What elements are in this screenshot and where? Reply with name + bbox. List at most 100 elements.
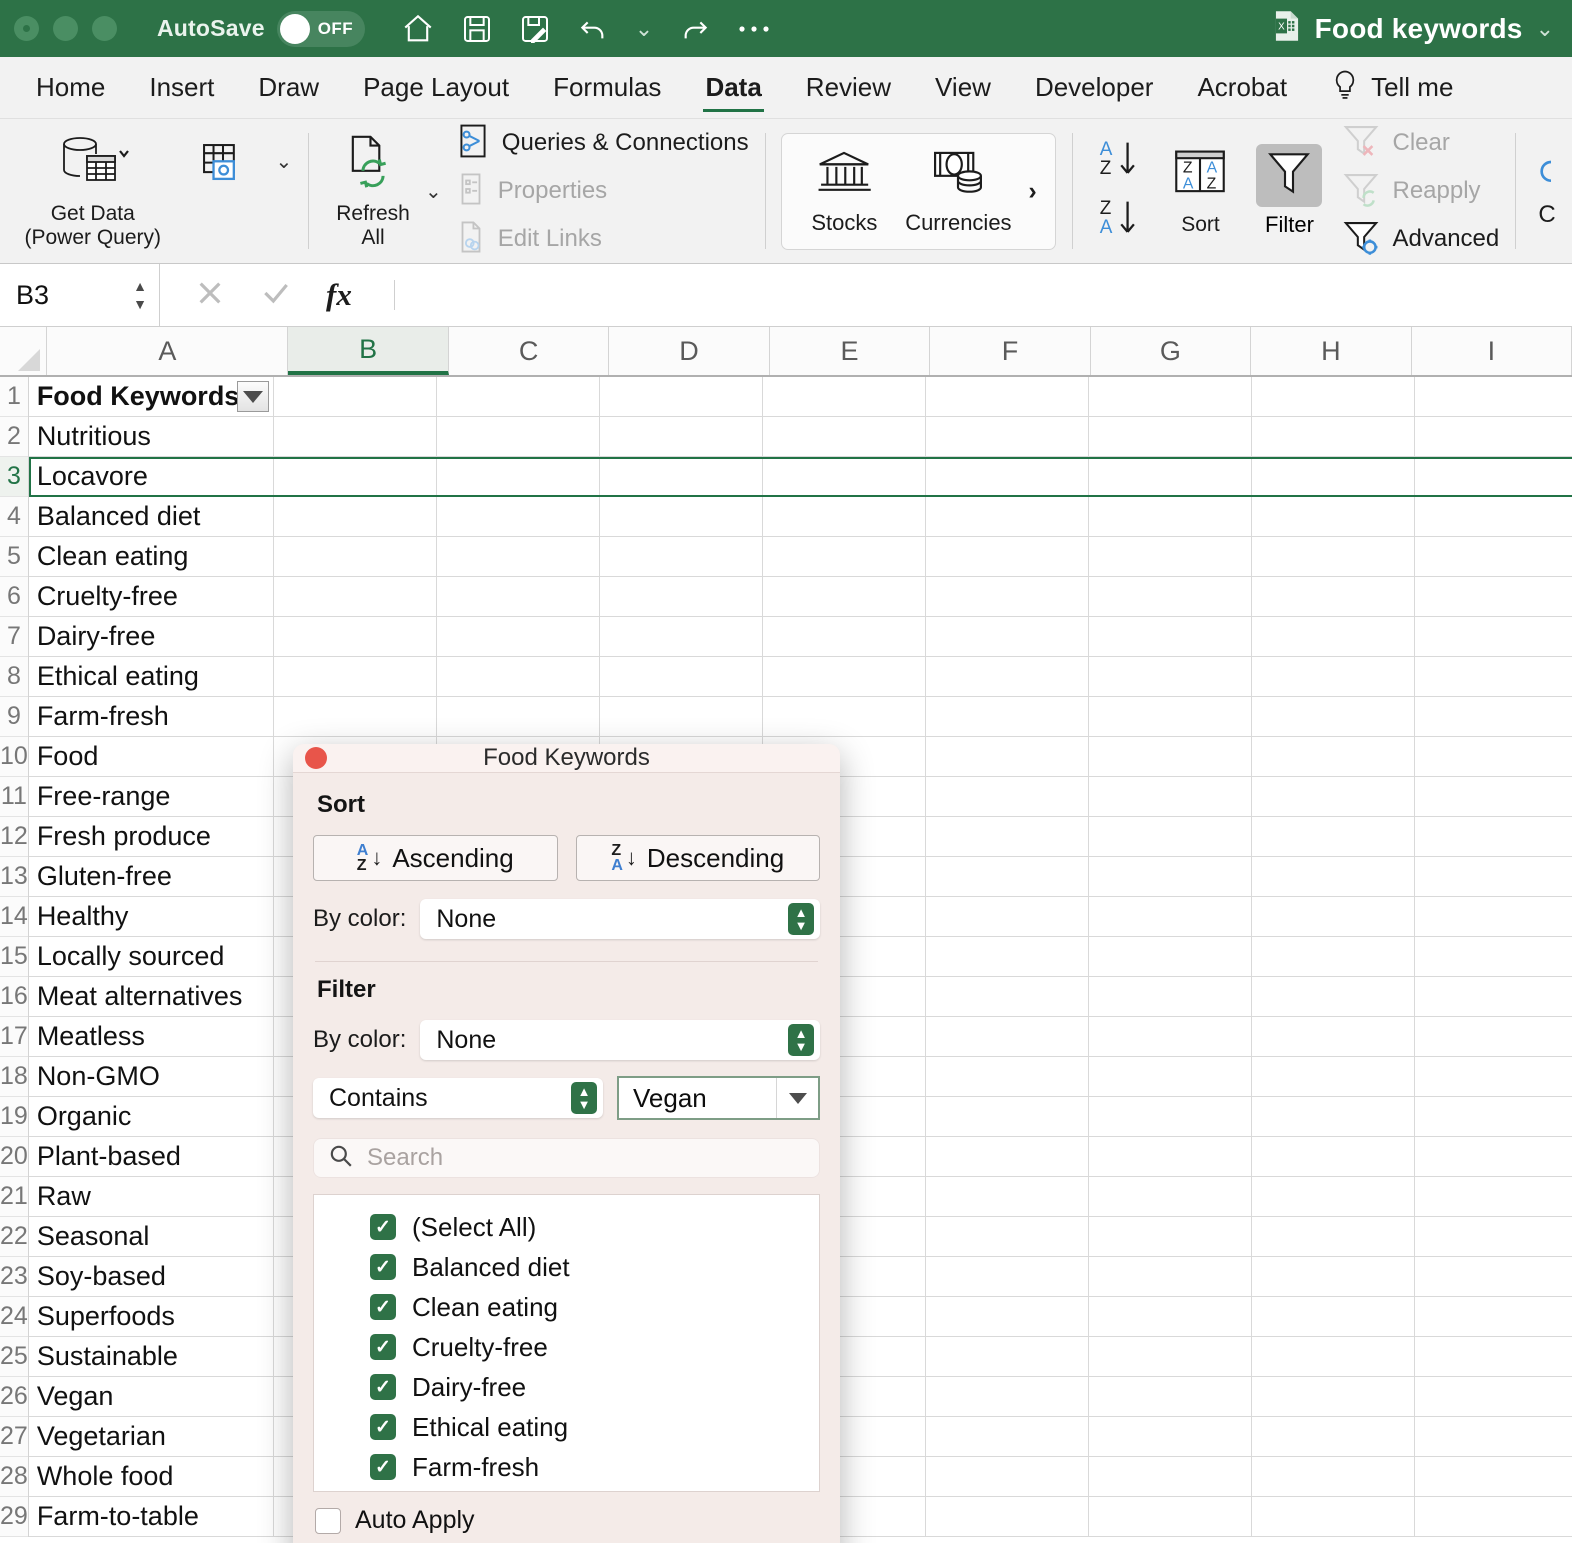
cell-H1[interactable] bbox=[1252, 377, 1415, 416]
row-header[interactable]: 12 bbox=[0, 817, 28, 857]
cell-G7[interactable] bbox=[1089, 617, 1252, 656]
cell-I2[interactable] bbox=[1415, 417, 1572, 456]
cell-F26[interactable] bbox=[926, 1377, 1089, 1416]
cell-H11[interactable] bbox=[1252, 777, 1415, 816]
cell-I11[interactable] bbox=[1415, 777, 1572, 816]
tab-draw[interactable]: Draw bbox=[236, 57, 341, 119]
cell-G11[interactable] bbox=[1089, 777, 1252, 816]
cell-a4[interactable]: Balanced diet bbox=[29, 497, 274, 536]
list-item[interactable]: ✓ Dairy-free bbox=[370, 1367, 819, 1407]
cell-H3[interactable] bbox=[1252, 457, 1415, 496]
cell-D3[interactable] bbox=[600, 457, 763, 496]
cell-G22[interactable] bbox=[1089, 1217, 1252, 1256]
cell-a25[interactable]: Sustainable bbox=[29, 1337, 274, 1376]
cell-a11[interactable]: Free-range bbox=[29, 777, 274, 816]
cell-B8[interactable] bbox=[274, 657, 437, 696]
cell-F7[interactable] bbox=[926, 617, 1089, 656]
cell-H18[interactable] bbox=[1252, 1057, 1415, 1096]
filter-value-list[interactable]: ✓ (Select All) ✓ Balanced diet ✓ Clean eating… bbox=[313, 1194, 820, 1492]
undo-dropdown-icon[interactable]: ⌄ bbox=[635, 16, 653, 42]
filter-dropdown-icon[interactable] bbox=[236, 381, 269, 412]
cell-F28[interactable] bbox=[926, 1457, 1089, 1496]
cell-G19[interactable] bbox=[1089, 1097, 1252, 1136]
minimize-window-button[interactable] bbox=[53, 16, 78, 41]
refresh-all-dropdown-icon[interactable]: ⌄ bbox=[425, 179, 442, 204]
list-item[interactable]: ✓ Balanced diet bbox=[370, 1247, 819, 1287]
cell-C7[interactable] bbox=[437, 617, 600, 656]
cell-F3[interactable] bbox=[926, 457, 1089, 496]
cell-I19[interactable] bbox=[1415, 1097, 1572, 1136]
cell-G29[interactable] bbox=[1089, 1497, 1252, 1536]
list-item[interactable]: ✓ Farm-fresh bbox=[370, 1447, 819, 1487]
cell-F12[interactable] bbox=[926, 817, 1089, 856]
cell-I21[interactable] bbox=[1415, 1177, 1572, 1216]
cell-G27[interactable] bbox=[1089, 1417, 1252, 1456]
cell-H2[interactable] bbox=[1252, 417, 1415, 456]
cell-F24[interactable] bbox=[926, 1297, 1089, 1336]
cell-a12[interactable]: Fresh produce bbox=[29, 817, 274, 856]
cell-D6[interactable] bbox=[600, 577, 763, 616]
cell-D2[interactable] bbox=[600, 417, 763, 456]
cell-G24[interactable] bbox=[1089, 1297, 1252, 1336]
row-header[interactable]: 25 bbox=[0, 1337, 28, 1377]
cell-I26[interactable] bbox=[1415, 1377, 1572, 1416]
cell-E6[interactable] bbox=[763, 577, 926, 616]
cell-a5[interactable]: Clean eating bbox=[29, 537, 274, 576]
cell-I22[interactable] bbox=[1415, 1217, 1572, 1256]
cell-H4[interactable] bbox=[1252, 497, 1415, 536]
cell-F6[interactable] bbox=[926, 577, 1089, 616]
column-header-a[interactable]: A bbox=[47, 327, 289, 375]
row-header[interactable]: 17 bbox=[0, 1017, 28, 1057]
cell-D4[interactable] bbox=[600, 497, 763, 536]
tab-developer[interactable]: Developer bbox=[1013, 57, 1176, 119]
cell-H14[interactable] bbox=[1252, 897, 1415, 936]
cell-G4[interactable] bbox=[1089, 497, 1252, 536]
row-header[interactable]: 29 bbox=[0, 1497, 28, 1537]
cell-F8[interactable] bbox=[926, 657, 1089, 696]
cell-H25[interactable] bbox=[1252, 1337, 1415, 1376]
cell-F9[interactable] bbox=[926, 697, 1089, 736]
name-box-stepper-icon[interactable]: ▲ ▼ bbox=[133, 279, 147, 311]
row-header[interactable]: 20 bbox=[0, 1137, 28, 1177]
filter-criteria-dropdown-icon[interactable] bbox=[776, 1078, 818, 1118]
cell-C6[interactable] bbox=[437, 577, 600, 616]
cell-E4[interactable] bbox=[763, 497, 926, 536]
cell-G16[interactable] bbox=[1089, 977, 1252, 1016]
cell-D8[interactable] bbox=[600, 657, 763, 696]
auto-apply-checkbox[interactable] bbox=[315, 1507, 341, 1534]
cell-H8[interactable] bbox=[1252, 657, 1415, 696]
cell-B7[interactable] bbox=[274, 617, 437, 656]
cell-G14[interactable] bbox=[1089, 897, 1252, 936]
cell-F16[interactable] bbox=[926, 977, 1089, 1016]
cell-F4[interactable] bbox=[926, 497, 1089, 536]
cell-I8[interactable] bbox=[1415, 657, 1572, 696]
sort-by-color-select[interactable]: None ▲ ▼ bbox=[420, 899, 820, 939]
cell-G25[interactable] bbox=[1089, 1337, 1252, 1376]
cell-H12[interactable] bbox=[1252, 817, 1415, 856]
dialog-close-button[interactable] bbox=[305, 747, 327, 769]
cell-a29[interactable]: Farm-to-table bbox=[29, 1497, 274, 1536]
sort-ascending-dialog-button[interactable]: AZ ↓ Ascending bbox=[313, 835, 558, 881]
stocks-button[interactable]: Stocks bbox=[790, 147, 898, 236]
row-header[interactable]: 18 bbox=[0, 1057, 28, 1097]
row-header[interactable]: 24 bbox=[0, 1297, 28, 1337]
list-item[interactable]: ✓ (Select All) bbox=[370, 1207, 819, 1247]
cell-C5[interactable] bbox=[437, 537, 600, 576]
cell-F13[interactable] bbox=[926, 857, 1089, 896]
cell-F2[interactable] bbox=[926, 417, 1089, 456]
filter-by-color-select[interactable]: None ▲ ▼ bbox=[420, 1020, 820, 1060]
column-header-g[interactable]: G bbox=[1090, 327, 1252, 375]
column-header-c[interactable]: C bbox=[448, 327, 610, 375]
cell-H29[interactable] bbox=[1252, 1497, 1415, 1536]
cell-G6[interactable] bbox=[1089, 577, 1252, 616]
row-header[interactable]: 6 bbox=[0, 577, 28, 617]
cell-G5[interactable] bbox=[1089, 537, 1252, 576]
column-header-h[interactable]: H bbox=[1251, 327, 1412, 375]
cell-F27[interactable] bbox=[926, 1417, 1089, 1456]
row-header[interactable]: 27 bbox=[0, 1417, 28, 1457]
data-from-picture-button[interactable] bbox=[175, 135, 271, 198]
cell-F1[interactable] bbox=[926, 377, 1089, 416]
refresh-all-button[interactable]: Refresh All bbox=[325, 127, 421, 255]
cell-H16[interactable] bbox=[1252, 977, 1415, 1016]
cell-E3[interactable] bbox=[763, 457, 926, 496]
